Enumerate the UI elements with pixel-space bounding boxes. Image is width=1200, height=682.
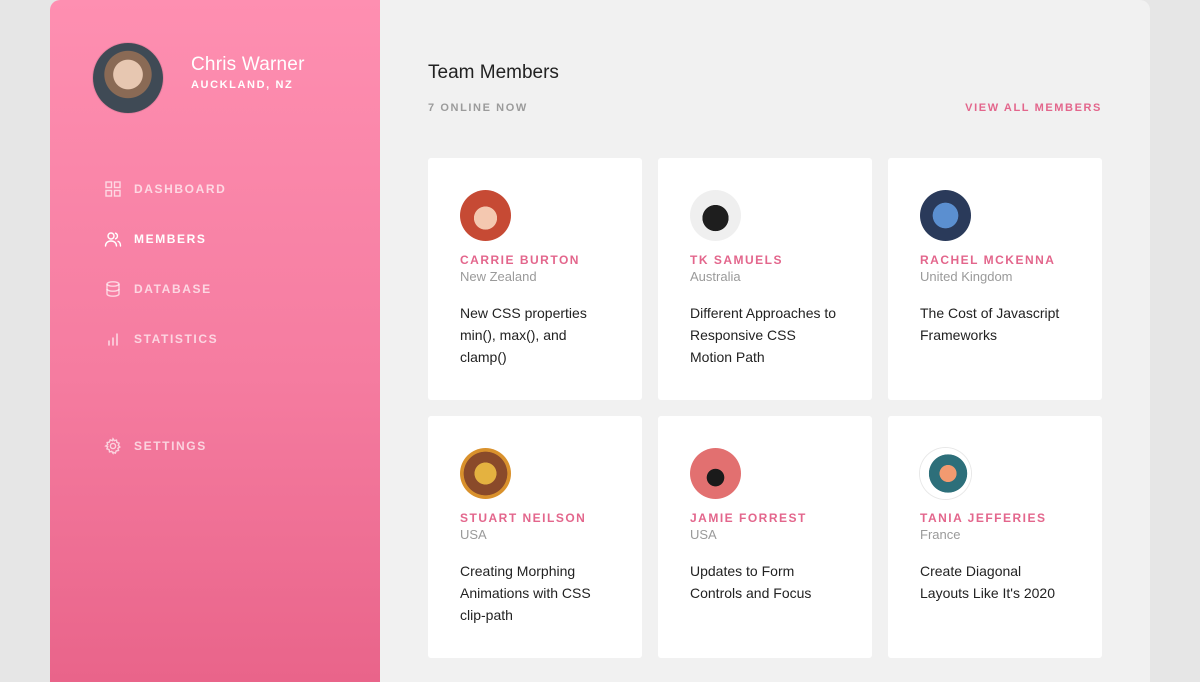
- avatar: [920, 190, 971, 241]
- grid-icon: [104, 180, 122, 198]
- member-name: TK SAMUELS: [690, 253, 783, 267]
- member-country: France: [920, 527, 961, 542]
- sidebar-item-statistics[interactable]: STATISTICS: [104, 328, 324, 350]
- sidebar-item-settings[interactable]: SETTINGS: [104, 435, 324, 457]
- avatar: [690, 190, 741, 241]
- avatar[interactable]: [93, 43, 163, 113]
- avatar: [460, 448, 511, 499]
- profile-name: Chris Warner: [191, 54, 305, 75]
- user-profile: Chris Warner AUCKLAND, NZ: [93, 43, 305, 113]
- member-name: JAMIE FORREST: [690, 511, 807, 525]
- sidebar-item-dashboard[interactable]: DASHBOARD: [104, 178, 324, 200]
- member-card[interactable]: STUART NEILSON USA Creating Morphing Ani…: [428, 416, 642, 658]
- profile-text: Chris Warner AUCKLAND, NZ: [191, 53, 305, 91]
- avatar: [460, 190, 511, 241]
- member-country: USA: [460, 527, 487, 542]
- member-post-title: Updates to Form Controls and Focus: [690, 563, 812, 601]
- bar-chart-icon: [104, 330, 122, 348]
- member-name: TANIA JEFFERIES: [920, 511, 1047, 525]
- member-name: CARRIE BURTON: [460, 253, 580, 267]
- member-country: United Kingdom: [920, 269, 1013, 284]
- sidebar-item-members[interactable]: MEMBERS: [104, 228, 324, 250]
- member-country: New Zealand: [460, 269, 537, 284]
- database-icon: [104, 280, 122, 298]
- member-name: RACHEL MCKENNA: [920, 253, 1056, 267]
- member-name: STUART NEILSON: [460, 511, 587, 525]
- profile-location: AUCKLAND, NZ: [191, 79, 294, 91]
- member-country: USA: [690, 527, 717, 542]
- member-post-title: New CSS properties min(), max(), and cla…: [460, 305, 587, 365]
- sidebar-item-label: MEMBERS: [134, 232, 207, 246]
- gear-icon: [104, 437, 122, 455]
- online-count: 7 ONLINE NOW: [428, 102, 528, 114]
- page-title: Team Members: [428, 62, 559, 83]
- app-window: Chris Warner AUCKLAND, NZ DASHBOARD MEMB…: [50, 0, 1150, 682]
- member-card[interactable]: CARRIE BURTON New Zealand New CSS proper…: [428, 158, 642, 400]
- sidebar-item-label: DASHBOARD: [134, 182, 227, 196]
- sidebar-item-label: DATABASE: [134, 282, 212, 296]
- sidebar-item-database[interactable]: DATABASE: [104, 278, 324, 300]
- member-card[interactable]: TANIA JEFFERIES France Create Diagonal L…: [888, 416, 1102, 658]
- avatar: [690, 448, 741, 499]
- users-icon: [104, 230, 122, 248]
- member-post-title: The Cost of Javascript Frameworks: [920, 305, 1060, 343]
- member-post-title: Creating Morphing Animations with CSS cl…: [460, 563, 591, 623]
- sidebar: Chris Warner AUCKLAND, NZ DASHBOARD MEMB…: [50, 0, 380, 682]
- member-card[interactable]: JAMIE FORREST USA Updates to Form Contro…: [658, 416, 872, 658]
- member-card[interactable]: TK SAMUELS Australia Different Approache…: [658, 158, 872, 400]
- avatar: [920, 448, 971, 499]
- sidebar-item-label: STATISTICS: [134, 332, 219, 346]
- member-post-title: Create Diagonal Layouts Like It's 2020: [920, 563, 1055, 601]
- member-post-title: Different Approaches to Responsive CSS M…: [690, 305, 837, 365]
- member-card[interactable]: RACHEL MCKENNA United Kingdom The Cost o…: [888, 158, 1102, 400]
- member-country: Australia: [690, 269, 741, 284]
- view-all-members-link[interactable]: VIEW ALL MEMBERS: [965, 102, 1102, 114]
- sidebar-item-label: SETTINGS: [134, 439, 207, 453]
